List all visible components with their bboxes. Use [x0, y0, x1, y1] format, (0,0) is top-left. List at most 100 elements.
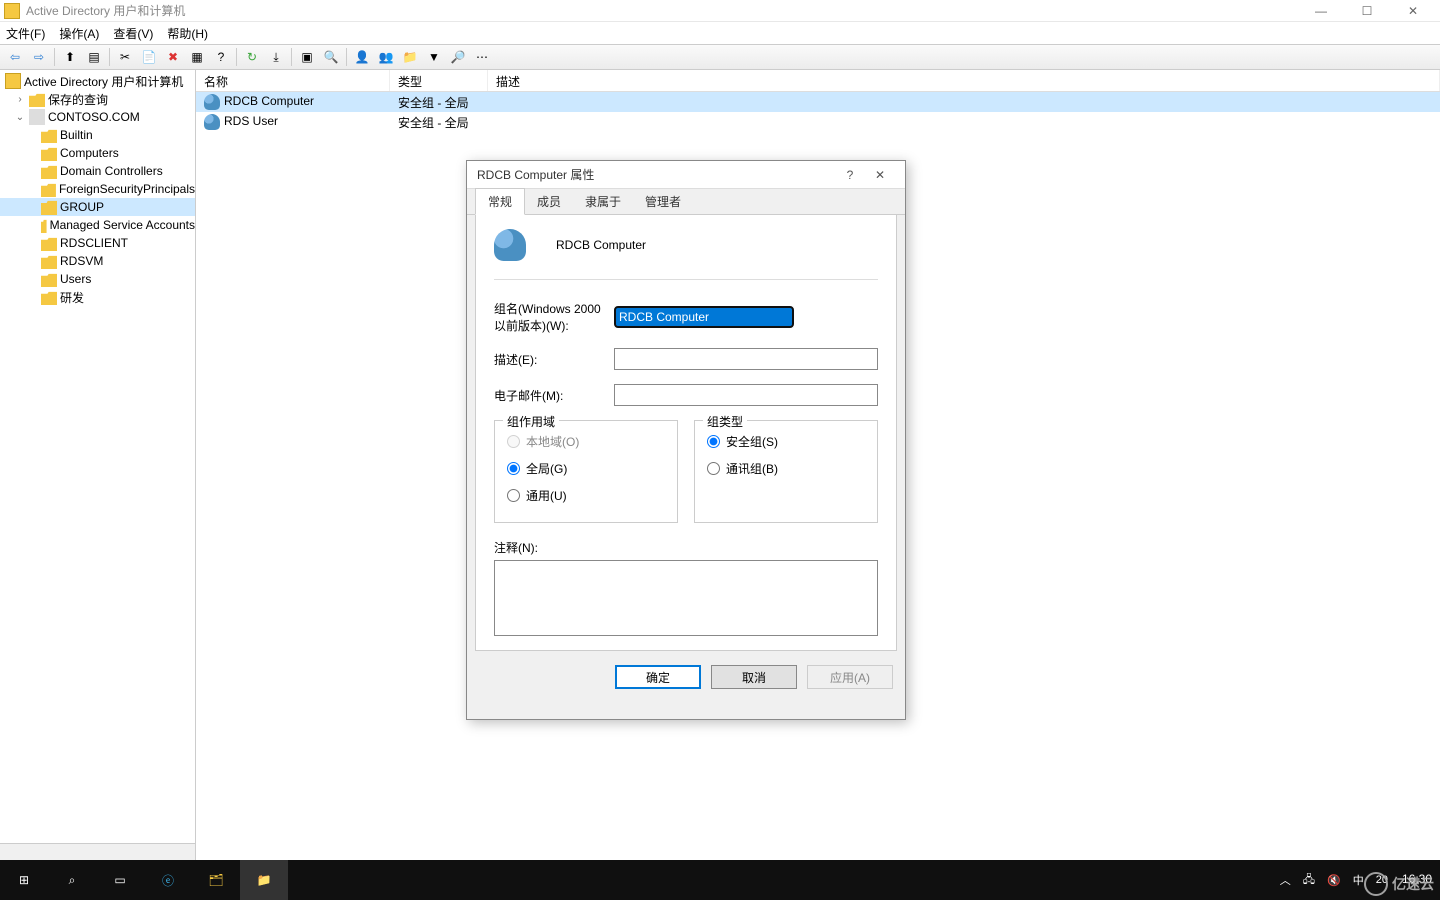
taskbar-aduc-icon[interactable]: 📁: [240, 860, 288, 900]
scope-universal-row[interactable]: 通用(U): [507, 487, 665, 504]
up-icon[interactable]: ⬆: [59, 46, 81, 68]
notes-textarea[interactable]: [494, 560, 878, 636]
copy-icon[interactable]: 📄: [138, 46, 160, 68]
groupname-input[interactable]: [614, 306, 794, 328]
tree-saved-queries[interactable]: › 保存的查询: [0, 90, 195, 108]
taskbar-search-icon[interactable]: ⌕: [48, 860, 96, 900]
cancel-button[interactable]: 取消: [711, 665, 797, 689]
tab-members[interactable]: 成员: [525, 189, 573, 214]
more-icon[interactable]: ⋯: [471, 46, 493, 68]
nav-back-icon[interactable]: ⇦: [4, 46, 26, 68]
type-distribution-radio[interactable]: [707, 462, 720, 475]
cut-icon[interactable]: ✂: [114, 46, 136, 68]
taskbar-explorer-icon[interactable]: 🗂: [192, 860, 240, 900]
tree-node-研发[interactable]: 研发: [0, 288, 195, 306]
group-icon: [204, 94, 220, 110]
dialog-titlebar[interactable]: RDCB Computer 属性 ? ✕: [467, 161, 905, 189]
tree-label: CONTOSO.COM: [48, 110, 140, 124]
ok-button[interactable]: 确定: [615, 665, 701, 689]
search-icon[interactable]: 🔎: [447, 46, 469, 68]
email-input[interactable]: [614, 384, 878, 406]
tray-volume-icon[interactable]: 🔇: [1321, 860, 1347, 900]
refresh-icon[interactable]: ↻: [241, 46, 263, 68]
properties-icon[interactable]: ▦: [186, 46, 208, 68]
folder-icon: [41, 199, 57, 215]
task-view-icon[interactable]: ▭: [96, 860, 144, 900]
tab-general-content: RDCB Computer 组名(Windows 2000 以前版本)(W): …: [475, 215, 897, 651]
menubar: 文件(F) 操作(A) 查看(V) 帮助(H): [0, 22, 1440, 44]
tree-node-rdsclient[interactable]: RDSCLIENT: [0, 234, 195, 252]
email-label: 电子邮件(M):: [494, 387, 614, 404]
tree-root[interactable]: Active Directory 用户和计算机: [0, 72, 195, 90]
filter-icon[interactable]: ▼: [423, 46, 445, 68]
scope-local-label: 本地域(O): [526, 433, 579, 450]
tree-node-domain controllers[interactable]: Domain Controllers: [0, 162, 195, 180]
folder-icon: [41, 253, 57, 269]
col-name[interactable]: 名称: [196, 70, 390, 91]
folder-icon: [41, 289, 57, 305]
new-user-icon[interactable]: 👤: [351, 46, 373, 68]
scope-universal-radio[interactable]: [507, 489, 520, 502]
description-input[interactable]: [614, 348, 878, 370]
maximize-button[interactable]: ☐: [1344, 0, 1390, 22]
row-name: RDS User: [224, 114, 278, 128]
tree-domain[interactable]: ⌄ CONTOSO.COM: [0, 108, 195, 126]
tree-node-rdsvm[interactable]: RDSVM: [0, 252, 195, 270]
tab-memberof[interactable]: 隶属于: [573, 189, 633, 214]
tree-node-group[interactable]: GROUP: [0, 198, 195, 216]
taskbar-ie-icon[interactable]: ⓔ: [144, 860, 192, 900]
start-button[interactable]: ⊞: [0, 860, 48, 900]
help-icon[interactable]: ?: [210, 46, 232, 68]
tab-general[interactable]: 常规: [475, 188, 525, 215]
dialog-close-icon[interactable]: ✕: [865, 168, 895, 182]
menu-file[interactable]: 文件(F): [6, 25, 45, 42]
minimize-button[interactable]: —: [1298, 0, 1344, 22]
folder-icon: [41, 163, 57, 179]
tree-node-users[interactable]: Users: [0, 270, 195, 288]
titlebar: Active Directory 用户和计算机 — ☐ ✕: [0, 0, 1440, 22]
show-hide-tree-icon[interactable]: ▤: [83, 46, 105, 68]
list-row[interactable]: RDS User安全组 - 全局: [196, 112, 1440, 132]
list-header: 名称 类型 描述: [196, 70, 1440, 92]
tree-node-foreignsecurityprincipals[interactable]: ForeignSecurityPrincipals: [0, 180, 195, 198]
tray-network-icon[interactable]: 🖧: [1297, 860, 1321, 900]
group-type-legend: 组类型: [703, 413, 747, 430]
menu-view[interactable]: 查看(V): [113, 25, 153, 42]
col-desc[interactable]: 描述: [488, 70, 1440, 91]
new-group-icon[interactable]: 👥: [375, 46, 397, 68]
dialog-tabs: 常规 成员 隶属于 管理者: [467, 189, 905, 215]
dialog-heading: RDCB Computer: [556, 238, 646, 252]
tray-chevron-icon[interactable]: ︿: [1274, 860, 1297, 900]
type-security-radio[interactable]: [707, 435, 720, 448]
new-folder-icon[interactable]: 📁: [399, 46, 421, 68]
tree-node-builtin[interactable]: Builtin: [0, 126, 195, 144]
list-row[interactable]: RDCB Computer安全组 - 全局: [196, 92, 1440, 112]
expand-icon[interactable]: ›: [14, 94, 26, 105]
type-security-row[interactable]: 安全组(S): [707, 433, 865, 450]
nav-forward-icon[interactable]: ⇨: [28, 46, 50, 68]
delete-icon[interactable]: ✖: [162, 46, 184, 68]
folder-icon: [41, 127, 57, 143]
find-icon[interactable]: 🔍: [320, 46, 342, 68]
dialog-help-icon[interactable]: ?: [835, 168, 865, 182]
tab-managedby[interactable]: 管理者: [633, 189, 693, 214]
scope-global-row[interactable]: 全局(G): [507, 460, 665, 477]
watermark-logo-icon: [1364, 872, 1388, 896]
collapse-icon[interactable]: ⌄: [14, 112, 26, 123]
tree-node-managed service accounts[interactable]: Managed Service Accounts: [0, 216, 195, 234]
folder-icon: [29, 91, 45, 107]
col-type[interactable]: 类型: [390, 70, 488, 91]
menu-help[interactable]: 帮助(H): [167, 25, 208, 42]
new-ou-icon[interactable]: ▣: [296, 46, 318, 68]
tree-label: Domain Controllers: [60, 164, 163, 178]
type-distribution-row[interactable]: 通讯组(B): [707, 460, 865, 477]
apply-button[interactable]: 应用(A): [807, 665, 893, 689]
group-large-icon: [494, 229, 526, 261]
menu-action[interactable]: 操作(A): [59, 25, 99, 42]
close-button[interactable]: ✕: [1390, 0, 1436, 22]
properties-dialog: RDCB Computer 属性 ? ✕ 常规 成员 隶属于 管理者 RDCB …: [466, 160, 906, 720]
export-icon[interactable]: ⤓: [265, 46, 287, 68]
tree-horizontal-scrollbar[interactable]: [0, 843, 195, 860]
tree-node-computers[interactable]: Computers: [0, 144, 195, 162]
scope-global-radio[interactable]: [507, 462, 520, 475]
